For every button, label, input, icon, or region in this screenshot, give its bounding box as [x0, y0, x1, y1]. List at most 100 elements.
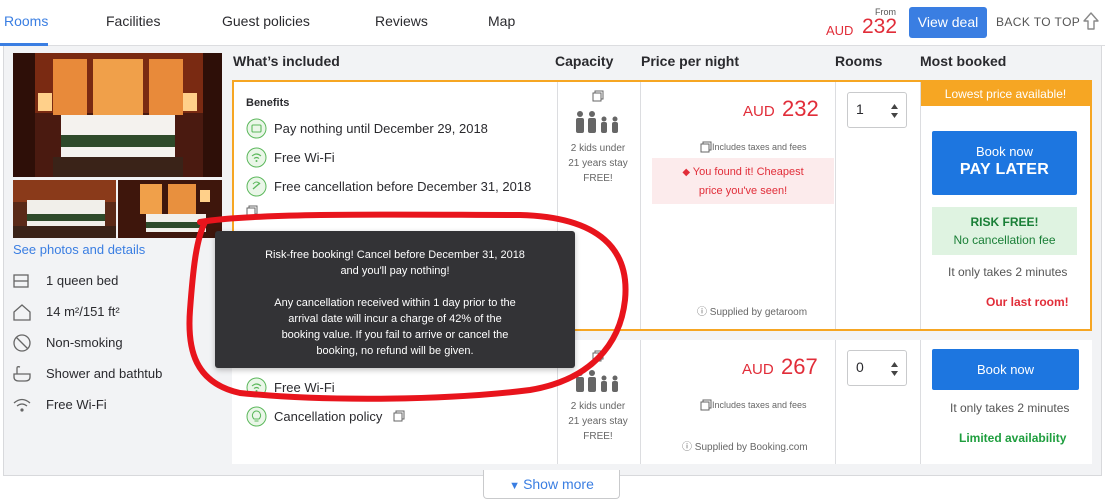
supplier-note: ⓘ Supplied by getaroom: [697, 303, 807, 318]
copy-icon[interactable]: [592, 350, 604, 362]
tooltip-text: booking, no refund will be given.: [316, 345, 474, 357]
room-photo-thumbnail[interactable]: [118, 180, 222, 238]
tab-facilities[interactable]: Facilities: [106, 13, 160, 29]
view-deal-button[interactable]: View deal: [909, 7, 987, 38]
rooms-quantity-select[interactable]: 0: [847, 350, 907, 386]
no-smoking-icon: [13, 334, 31, 352]
tooltip-text: booking value. If you fail to arrive or …: [281, 329, 509, 341]
price-per-night: 267: [781, 354, 818, 379]
info-icon: ⓘ: [682, 442, 695, 453]
risk-free-subtitle: No cancellation fee: [953, 233, 1056, 247]
tab-map[interactable]: Map: [488, 13, 515, 29]
book-button-sublabel: PAY LATER: [959, 161, 1050, 178]
guests-icon: [576, 111, 618, 133]
tooltip-text: Any cancellation received within 1 day p…: [274, 297, 516, 309]
arrow-up-icon[interactable]: [1082, 11, 1100, 31]
wifi-icon: [13, 398, 31, 412]
supplier-name: Supplied by Booking.com: [694, 442, 808, 453]
room-photo-thumbnail[interactable]: [13, 180, 116, 238]
wifi-icon: [246, 377, 267, 398]
capacity-note: 2 kids under 21 years stay FREE!: [558, 399, 638, 444]
tag-icon: ◆: [682, 167, 693, 178]
price-currency: AUD: [743, 103, 775, 120]
benefits-title: Benefits: [246, 97, 290, 109]
tab-guest-policies[interactable]: Guest policies: [222, 13, 310, 29]
copy-icon[interactable]: [393, 410, 405, 422]
risk-free-badge: RISK FREE! No cancellation fee: [932, 207, 1077, 255]
capacity-line: 21 years stay: [568, 158, 628, 169]
tab-reviews[interactable]: Reviews: [375, 13, 428, 29]
column-divider: [920, 340, 921, 464]
room-photo-main[interactable]: [13, 53, 222, 177]
tab-rooms[interactable]: Rooms: [4, 13, 48, 29]
cheapest-text: You found it! Cheapest: [692, 166, 804, 178]
availability-status: Limited availability: [959, 431, 1067, 445]
capacity-line: FREE!: [583, 431, 613, 442]
capacity-line: 2 kids under: [570, 143, 626, 154]
price-currency: AUD: [742, 361, 774, 378]
show-more-button[interactable]: ▼ Show more: [483, 470, 620, 499]
benefit-label: Pay nothing until December 29, 2018: [274, 121, 488, 136]
select-arrows-icon: [891, 104, 898, 118]
lightbulb-icon: [246, 406, 267, 427]
rooms-selected-value: 1: [856, 101, 864, 117]
copy-icon[interactable]: [700, 399, 712, 411]
cheapest-line: ◆ You found it! Cheapest: [652, 163, 834, 182]
lowest-price-banner: Lowest price available!: [921, 82, 1090, 106]
price-per-night: 232: [782, 96, 819, 121]
book-now-button[interactable]: Book now: [932, 349, 1079, 390]
capacity-line: 21 years stay: [568, 416, 628, 427]
availability-status: Our last room!: [986, 295, 1069, 309]
benefit-label: Free cancellation before December 31, 20…: [274, 179, 532, 194]
amenity-label: Free Wi-Fi: [46, 397, 107, 412]
show-more-label: Show more: [523, 476, 594, 492]
includes-taxes-note: Includes taxes and fees: [712, 142, 807, 152]
benefit-label: Cancellation policy: [274, 409, 383, 424]
copy-icon[interactable]: [592, 90, 604, 102]
top-navigation: Rooms Facilities Guest policies Reviews …: [0, 0, 1105, 46]
amenity-label: 14 m²/151 ft²: [46, 304, 120, 319]
capacity-note: 2 kids under 21 years stay FREE!: [558, 141, 638, 186]
header-price-currency: AUD: [826, 23, 854, 38]
column-header-rooms: Rooms: [835, 53, 883, 69]
column-header-whats-included: What’s included: [233, 53, 340, 69]
tooltip-text: and you'll pay nothing!: [340, 265, 450, 277]
guests-icon: [576, 370, 618, 392]
supplier-note: ⓘ Supplied by Booking.com: [682, 438, 808, 453]
column-divider: [640, 340, 641, 464]
capacity-line: 2 kids under: [570, 401, 626, 412]
tooltip-text: arrival date will incur a charge of 42% …: [288, 313, 502, 325]
info-icon: ⓘ: [697, 307, 710, 318]
benefit-label: Free Wi-Fi: [274, 150, 335, 165]
tooltip-text: Risk-free booking! Cancel before Decembe…: [265, 249, 525, 261]
booking-time-note: It only takes 2 minutes: [948, 265, 1068, 279]
copy-icon[interactable]: [700, 141, 712, 153]
book-now-pay-later-button[interactable]: Book now PAY LATER: [932, 131, 1077, 195]
rooms-quantity-select[interactable]: 1: [847, 92, 907, 128]
booking-time-note: It only takes 2 minutes: [950, 401, 1070, 415]
copy-icon[interactable]: [246, 205, 258, 217]
wifi-icon: [246, 147, 267, 168]
chevron-down-icon: ▼: [509, 480, 524, 492]
book-button-label: Book now: [975, 144, 1034, 159]
amenity-label: Non-smoking: [46, 335, 123, 350]
amenity-label: Shower and bathtub: [46, 366, 163, 381]
amenity-label: 1 queen bed: [46, 273, 119, 288]
risk-free-title: RISK FREE!: [970, 215, 1039, 229]
see-photos-link[interactable]: See photos and details: [13, 242, 145, 257]
house-icon: [13, 304, 31, 321]
column-header-capacity: Capacity: [555, 53, 614, 69]
benefit-label: Free Wi-Fi: [274, 380, 335, 395]
includes-taxes-note: Includes taxes and fees: [712, 400, 807, 410]
rooms-selected-value: 0: [856, 359, 864, 375]
bed-icon: [13, 274, 29, 288]
cheapest-text: price you've seen!: [698, 185, 788, 197]
column-header-most-booked: Most booked: [920, 53, 1007, 69]
cancellation-policy-tooltip: Risk-free booking! Cancel before Decembe…: [215, 231, 575, 368]
column-divider: [835, 340, 836, 464]
header-price: 232: [862, 15, 898, 38]
column-header-price: Price per night: [641, 53, 740, 69]
bathtub-icon: [13, 366, 31, 382]
back-to-top-link[interactable]: BACK TO TOP: [996, 15, 1080, 29]
select-arrows-icon: [891, 362, 898, 376]
